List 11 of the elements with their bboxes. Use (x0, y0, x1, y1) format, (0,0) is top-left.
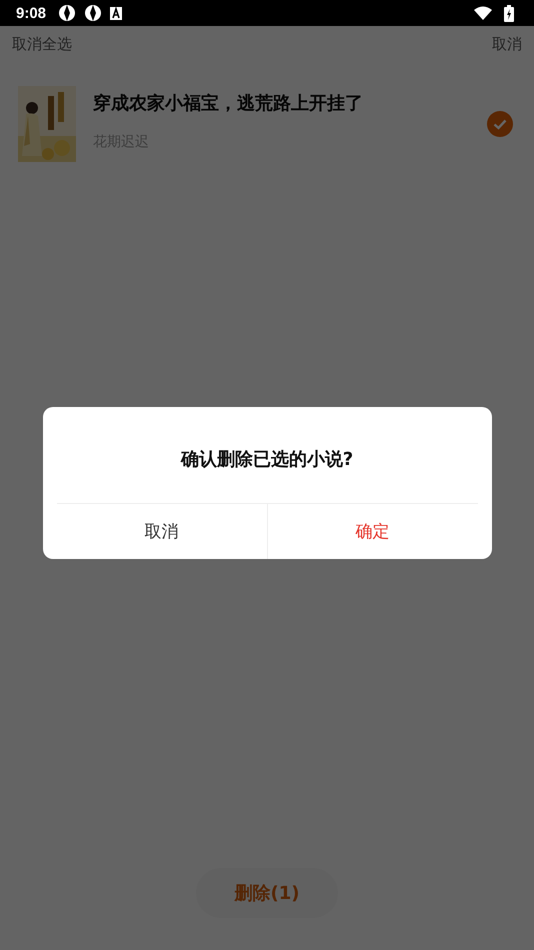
deselect-all-link[interactable]: 取消全选 (12, 34, 72, 54)
app-notification-icon (84, 4, 102, 22)
checkbox[interactable] (487, 111, 513, 137)
book-title: 穿成农家小福宝，逃荒路上开挂了 (93, 92, 364, 115)
cancel-link[interactable]: 取消 (492, 34, 522, 54)
wifi-icon (474, 6, 492, 20)
keyboard-icon (110, 6, 122, 20)
dialog-message: 确认删除已选的小说? (180, 448, 354, 472)
app-notification-icon (58, 4, 76, 22)
status-time: 9:08 (16, 4, 46, 22)
battery-icon (504, 4, 514, 22)
